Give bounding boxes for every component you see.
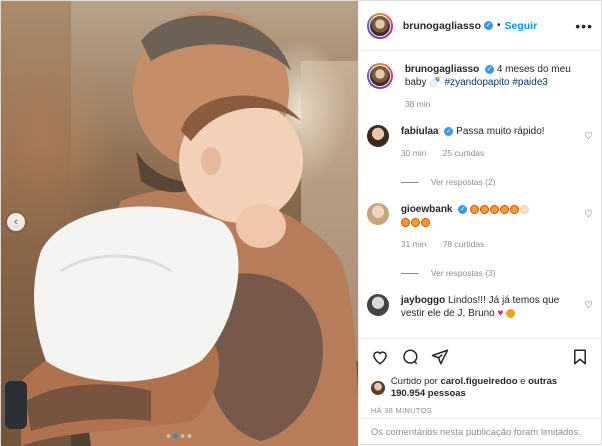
wink-kiss-emoji-icon xyxy=(506,308,516,318)
baby-bottle-icon: 🍼 xyxy=(429,77,442,88)
carousel-indicator xyxy=(166,434,192,438)
liked-by: Curtido por carol.figueiredoo e outras 1… xyxy=(359,374,601,402)
red-heart-emoji-icon: ♥ xyxy=(497,308,504,319)
author-avatar[interactable] xyxy=(366,12,393,39)
commenter-avatar[interactable] xyxy=(366,294,389,316)
like-comment-heart-icon[interactable]: ♡ xyxy=(584,209,593,220)
caption-username[interactable]: brunogagliasso xyxy=(405,64,479,75)
post-image[interactable]: ‹ xyxy=(1,1,358,446)
follow-button[interactable]: Seguir xyxy=(505,20,538,32)
liker-username[interactable]: carol.figueiredoo xyxy=(440,376,517,387)
comment-likes[interactable]: 78 curtidas xyxy=(443,239,485,249)
separator: • xyxy=(497,20,501,31)
author-username[interactable]: brunogagliasso xyxy=(403,20,481,32)
comment: gioewbank ✓ 31 min 78 curtidas Ver respo… xyxy=(366,203,593,280)
like-heart-icon[interactable] xyxy=(371,348,389,366)
comments-list: brunogagliasso ✓ 4 meses do meu baby 🍼 #… xyxy=(359,51,601,338)
comment-text: Passa muito rápido! xyxy=(456,126,545,137)
carousel-prev-button[interactable]: ‹ xyxy=(7,213,25,231)
comment-username[interactable]: fabiulaa xyxy=(401,126,439,137)
view-replies-button[interactable]: Ver respostas (2) xyxy=(401,176,575,189)
photo-illustration xyxy=(1,1,358,446)
comment: fabiulaa ✓ Passa muito rápido! 30 min 25… xyxy=(366,125,593,189)
post-actions xyxy=(358,338,601,374)
like-comment-heart-icon[interactable]: ♡ xyxy=(584,131,593,142)
comments-limited-notice: Os comentários nesta publicação foram li… xyxy=(358,418,601,446)
caption-time: 38 min xyxy=(404,99,431,109)
post-timestamp: HÁ 38 MINUTOS xyxy=(370,406,433,415)
carousel-dot xyxy=(180,434,185,438)
post-modal: ‹ brunogagliasso ✓ • Seguir ••• brunogag… xyxy=(0,0,602,446)
liked-by-prefix: Curtido por xyxy=(390,376,438,387)
comment-bubble-icon[interactable] xyxy=(401,348,419,366)
comment-username[interactable]: jayboggo xyxy=(401,295,445,306)
commenter-avatar[interactable] xyxy=(366,203,389,225)
carousel-dot xyxy=(166,434,171,438)
comment-username[interactable]: gioewbank xyxy=(401,204,453,215)
view-replies-button[interactable]: Ver respostas (3) xyxy=(401,267,575,280)
heart-eyes-emoji-icon xyxy=(470,203,530,216)
carousel-dot-active xyxy=(173,434,178,438)
heart-eyes-emoji-icon xyxy=(400,216,431,229)
post-sidebar: brunogagliasso ✓ • Seguir ••• brunogagli… xyxy=(357,1,601,446)
liker-avatar[interactable] xyxy=(370,381,385,395)
carousel-dot xyxy=(187,434,192,438)
caption-hashtags[interactable]: #zyandopapito #paide3 xyxy=(445,77,548,88)
post-header: brunogagliasso ✓ • Seguir ••• xyxy=(358,1,601,51)
chevron-left-icon: ‹ xyxy=(14,216,18,228)
liked-by-connector: e xyxy=(520,376,526,387)
comment: jayboggo Lindos!!! Já já temos que vesti… xyxy=(366,294,593,320)
share-paper-plane-icon[interactable] xyxy=(431,348,449,366)
verified-badge-icon: ✓ xyxy=(484,21,493,30)
verified-badge-icon: ✓ xyxy=(458,204,468,214)
save-bookmark-icon[interactable] xyxy=(571,348,589,366)
comment-time: 30 min xyxy=(400,148,427,158)
comment-time: 31 min xyxy=(400,239,427,249)
comment-likes[interactable]: 25 curtidas xyxy=(443,148,485,158)
commenter-avatar[interactable] xyxy=(366,125,389,147)
verified-badge-icon: ✓ xyxy=(485,64,495,74)
verified-badge-icon: ✓ xyxy=(444,126,454,136)
like-comment-heart-icon[interactable]: ♡ xyxy=(584,300,593,311)
author-avatar[interactable] xyxy=(366,63,393,89)
caption: brunogagliasso ✓ 4 meses do meu baby 🍼 #… xyxy=(366,63,593,111)
more-options-icon[interactable]: ••• xyxy=(575,18,593,34)
